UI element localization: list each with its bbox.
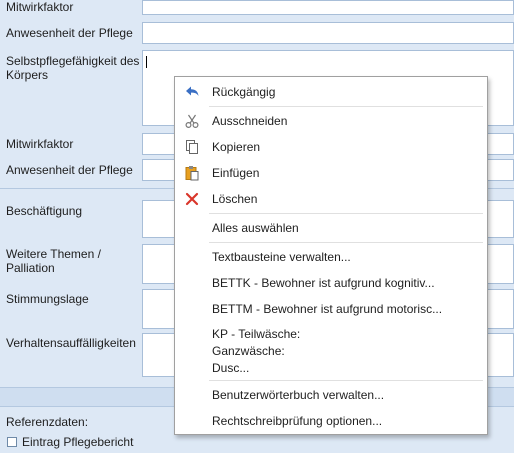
eintrag-pflegebericht-label: Eintrag Pflegebericht [22, 435, 134, 449]
label-selbstpflegefaehigkeit: Selbstpflegefähigkeit des Körpers [6, 54, 140, 82]
label-weitere-themen: Weitere Themen / Palliation [6, 247, 101, 275]
menu-item-paste-label: Einfügen [212, 166, 260, 180]
scissors-icon [185, 114, 199, 129]
mitwirkfaktor-field[interactable] [142, 0, 514, 15]
menu-item-bettm-label: BETTM - Bewohner ist aufgrund motorisc..… [212, 302, 443, 316]
anwesenheit-field[interactable] [142, 22, 514, 44]
menu-item-manage-dictionary-label: Benutzerwörterbuch verwalten... [212, 388, 385, 402]
copy-icon [186, 140, 198, 154]
menu-item-select-all-label: Alles auswählen [212, 221, 299, 235]
text-caret [146, 56, 147, 68]
delete-x-icon [185, 192, 199, 206]
menu-item-copy-label: Kopieren [212, 140, 261, 154]
menu-separator [209, 380, 483, 381]
menu-item-cut-label: Ausschneiden [212, 114, 288, 128]
menu-separator [209, 213, 483, 214]
context-menu: Rückgängig Ausschneiden Kopieren Einfüge… [174, 76, 488, 435]
label-verhaltensauffaelligkeiten: Verhaltensauffälligkeiten [6, 336, 136, 350]
paste-icon [185, 166, 199, 181]
label-anwesenheit-der-pflege-2: Anwesenheit der Pflege [6, 163, 133, 177]
undo-icon [186, 86, 199, 96]
eintrag-pflegebericht-checkbox[interactable] [7, 437, 17, 447]
menu-item-kp-line1: KP - Teilwäsche: [212, 327, 301, 341]
menu-separator [209, 242, 483, 243]
label-referenzdaten: Referenzdaten: [6, 415, 89, 429]
label-mitwirkfaktor-2: Mitwirkfaktor [6, 137, 74, 151]
menu-item-spellcheck-options-label: Rechtschreibprüfung optionen... [212, 414, 383, 428]
menu-separator [209, 106, 483, 107]
menu-item-undo-label: Rückgängig [212, 85, 276, 99]
menu-item-delete-label: Löschen [212, 192, 258, 206]
menu-item-manage-text-blocks-label: Textbausteine verwalten... [212, 250, 351, 264]
menu-item-bettk-label: BETTK - Bewohner ist aufgrund kognitiv..… [212, 276, 435, 290]
label-mitwirkfaktor: Mitwirkfaktor [6, 0, 74, 14]
label-anwesenheit-der-pflege: Anwesenheit der Pflege [6, 26, 133, 40]
menu-item-kp-line2: Ganzwäsche: [212, 344, 285, 358]
label-beschaeftigung: Beschäftigung [6, 204, 83, 218]
menu-item-kp-line3: Dusc... [212, 361, 250, 375]
label-stimmungslage: Stimmungslage [6, 292, 89, 306]
